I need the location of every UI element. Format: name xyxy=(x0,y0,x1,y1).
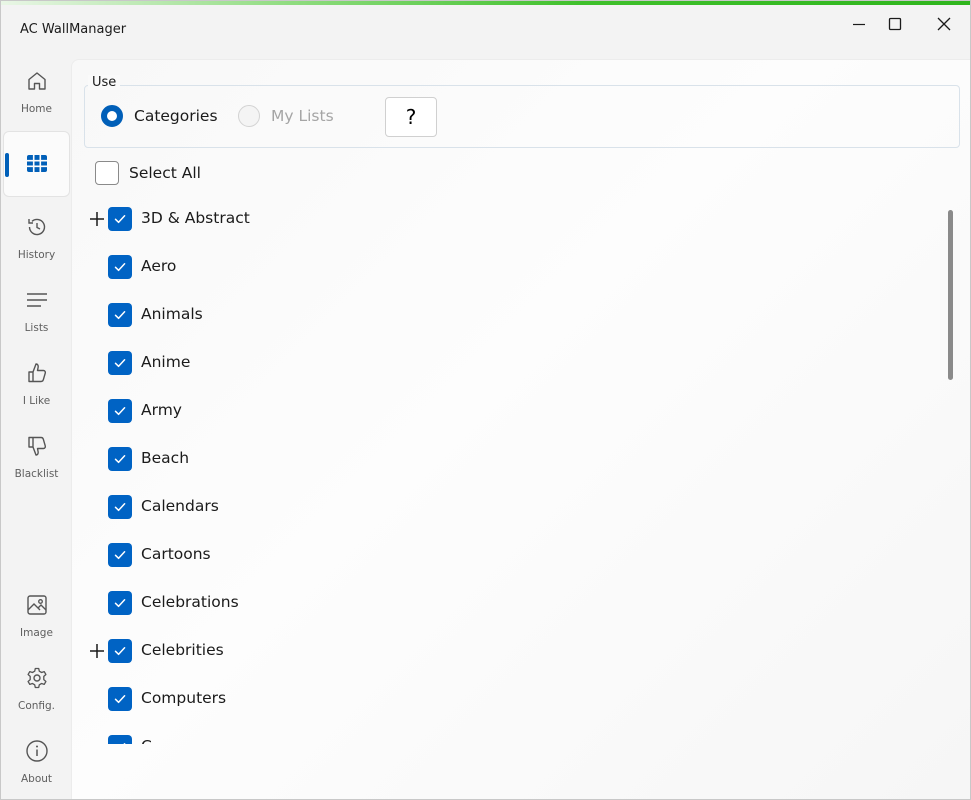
check-icon xyxy=(114,407,126,416)
minimize-icon xyxy=(853,23,865,26)
nav-categories[interactable] xyxy=(3,131,70,197)
radio-circle xyxy=(238,105,260,127)
category-label: Calendars xyxy=(141,497,219,515)
category-checkbox[interactable] xyxy=(108,207,132,231)
check-icon xyxy=(114,311,126,320)
nav-lists-label: Lists xyxy=(24,322,49,334)
nav-about-label: About xyxy=(20,773,53,785)
close-icon xyxy=(937,17,951,31)
category-label: C xyxy=(141,737,152,744)
check-icon xyxy=(114,359,126,368)
thumbs-up-icon xyxy=(27,363,46,383)
category-checkbox[interactable] xyxy=(108,351,132,375)
check-icon xyxy=(114,695,126,704)
check-icon xyxy=(114,647,126,656)
maximize-button[interactable] xyxy=(872,9,918,39)
image-icon xyxy=(26,595,47,615)
check-icon xyxy=(114,599,126,608)
category-label: Computers xyxy=(141,689,227,707)
expand-icon[interactable] xyxy=(89,211,105,227)
category-label: Beach xyxy=(141,449,190,467)
use-legend: Use xyxy=(88,75,121,90)
sidebar-nav: Home History Lists I Like Blacklist Imag… xyxy=(1,59,71,799)
category-checkbox[interactable] xyxy=(108,447,132,471)
thumbs-down-icon xyxy=(27,436,46,456)
category-label: Army xyxy=(141,401,182,419)
home-icon xyxy=(27,72,46,90)
check-icon xyxy=(114,503,126,512)
category-list[interactable]: 3D & Abstract Aero Animals Anime Army Beach Ca… xyxy=(72,200,942,744)
help-button[interactable]: ? xyxy=(385,97,437,137)
category-checkbox[interactable] xyxy=(108,543,132,567)
check-icon xyxy=(114,551,126,560)
category-label: Cartoons xyxy=(141,545,211,563)
nav-history-label: History xyxy=(17,249,56,261)
lists-icon xyxy=(26,293,47,307)
select-all-label: Select All xyxy=(129,164,201,182)
expand-icon[interactable] xyxy=(89,643,105,659)
check-icon xyxy=(123,743,126,744)
category-label: Aero xyxy=(141,257,177,275)
nav-about[interactable]: About xyxy=(3,729,70,795)
history-icon xyxy=(27,218,45,236)
nav-config[interactable]: Config. xyxy=(3,656,70,722)
maximize-icon xyxy=(888,17,902,31)
nav-lists[interactable]: Lists xyxy=(3,278,70,344)
radio-my-lists[interactable]: My Lists xyxy=(238,105,334,127)
content-panel: Use Categories My Lists ? Select All 3D … xyxy=(71,59,970,799)
nav-blacklist-label: Blacklist xyxy=(14,468,59,480)
nav-i-like-label: I Like xyxy=(22,395,51,407)
category-checkbox[interactable] xyxy=(108,687,132,711)
nav-config-label: Config. xyxy=(17,700,56,712)
close-button[interactable] xyxy=(921,9,967,39)
category-checkbox[interactable] xyxy=(108,399,132,423)
checkbox-box xyxy=(95,161,119,185)
check-icon xyxy=(114,215,126,224)
radio-categories-label: Categories xyxy=(134,107,218,125)
category-label: Animals xyxy=(141,305,203,323)
category-label: Anime xyxy=(141,353,191,371)
nav-image[interactable]: Image xyxy=(3,583,70,649)
scrollbar-thumb[interactable] xyxy=(948,210,953,380)
category-label: Celebrations xyxy=(141,593,239,611)
grid-icon xyxy=(26,155,47,172)
nav-blacklist[interactable]: Blacklist xyxy=(3,424,70,490)
radio-my-lists-label: My Lists xyxy=(271,107,334,125)
nav-i-like[interactable]: I Like xyxy=(3,351,70,417)
radio-circle xyxy=(101,105,123,127)
category-checkbox[interactable] xyxy=(108,495,132,519)
check-icon xyxy=(114,455,126,464)
select-all-checkbox[interactable]: Select All xyxy=(95,161,201,185)
app-title: AC WallManager xyxy=(20,22,127,37)
category-label: Celebrities xyxy=(141,641,224,659)
category-checkbox[interactable] xyxy=(108,735,132,744)
category-label: 3D & Abstract xyxy=(141,209,250,227)
info-icon xyxy=(25,740,48,762)
category-checkbox[interactable] xyxy=(108,639,132,663)
app-window: AC WallManager Home History Lists I Like… xyxy=(0,0,971,800)
title-bar[interactable]: AC WallManager xyxy=(1,5,970,57)
radio-categories[interactable]: Categories xyxy=(101,105,218,127)
category-checkbox[interactable] xyxy=(108,303,132,327)
nav-image-label: Image xyxy=(20,627,53,639)
gear-icon xyxy=(26,667,47,689)
nav-home-label: Home xyxy=(20,103,52,115)
category-checkbox[interactable] xyxy=(108,591,132,615)
nav-home[interactable]: Home xyxy=(3,59,70,125)
nav-history[interactable]: History xyxy=(3,205,70,271)
check-icon xyxy=(114,263,126,272)
category-checkbox[interactable] xyxy=(108,255,132,279)
